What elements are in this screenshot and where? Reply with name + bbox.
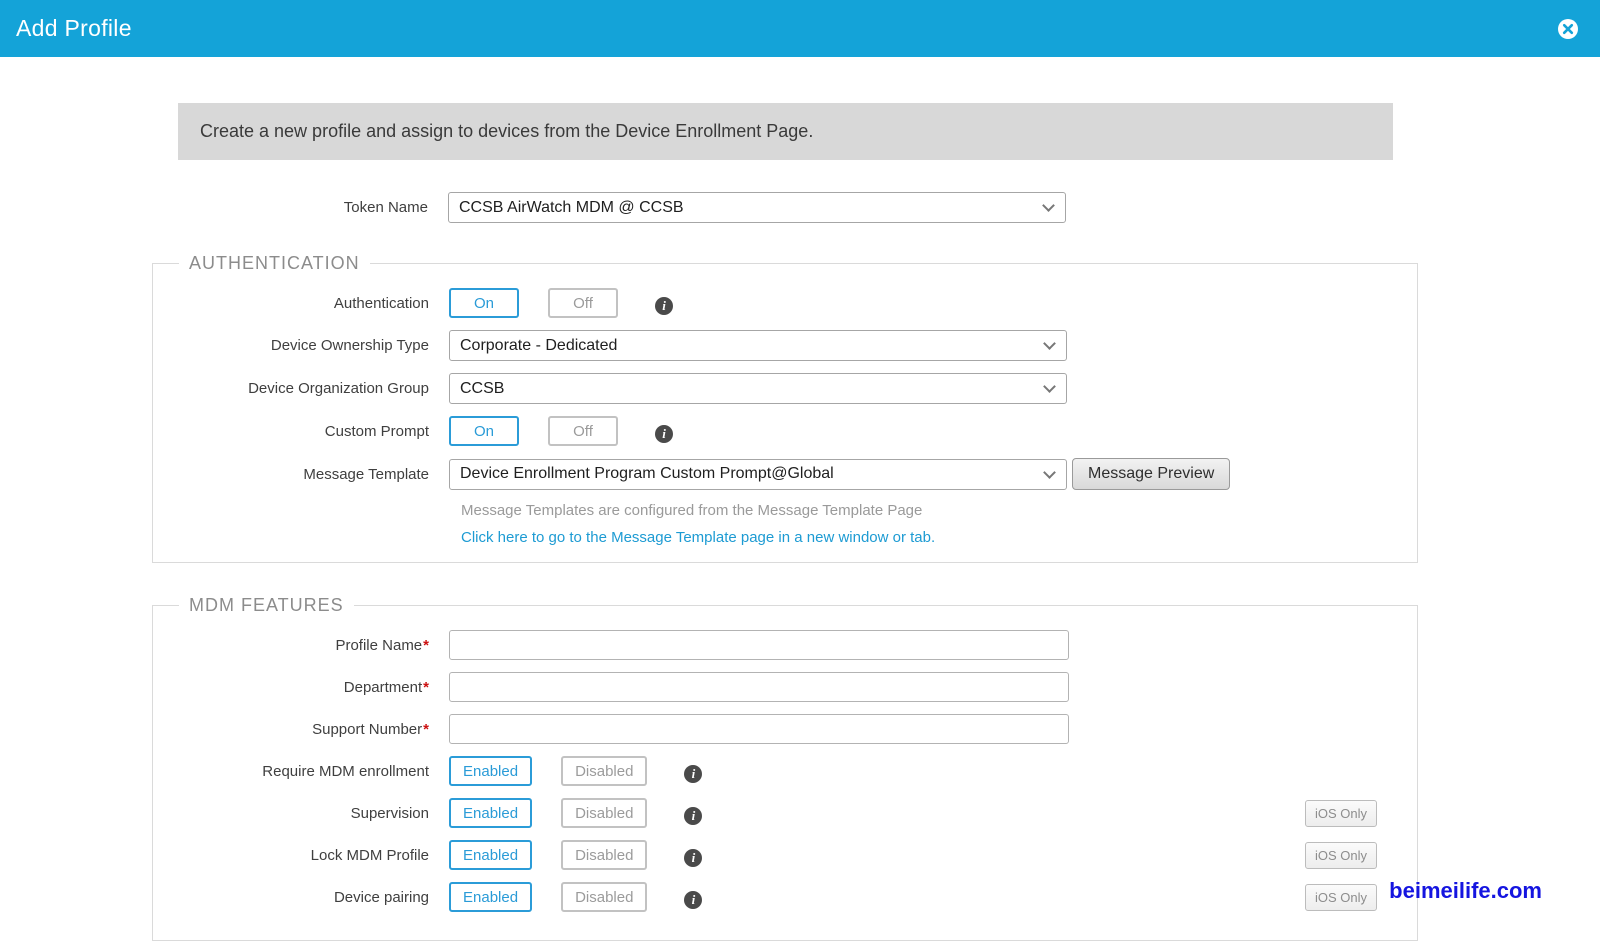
lock-mdm-disabled-button[interactable]: Disabled [561, 840, 647, 870]
device-ownership-selected-value: Corporate - Dedicated [460, 337, 617, 355]
support-number-label-text: Support Number [312, 721, 422, 738]
profile-name-label: Profile Name* [153, 637, 449, 654]
token-name-select[interactable]: CCSB AirWatch MDM @ CCSB [448, 192, 1066, 223]
message-template-select[interactable]: Device Enrollment Program Custom Prompt@… [449, 459, 1067, 490]
custom-prompt-on-button[interactable]: On [449, 416, 519, 446]
device-org-group-selected-value: CCSB [460, 380, 504, 398]
close-icon[interactable] [1556, 17, 1580, 41]
department-label: Department* [153, 679, 449, 696]
require-mdm-enrollment-row: Require MDM enrollment Enabled Disabled … [153, 756, 1417, 786]
mdm-features-section: MDM FEATURES Profile Name* Department* S… [152, 595, 1418, 941]
message-template-helper-text: Message Templates are configured from th… [153, 502, 1417, 519]
device-ownership-select[interactable]: Corporate - Dedicated [449, 330, 1067, 361]
form-content: Token Name CCSB AirWatch MDM @ CCSB AUTH… [152, 192, 1418, 941]
token-name-row: Token Name CCSB AirWatch MDM @ CCSB [152, 192, 1418, 223]
lock-mdm-profile-row: Lock MDM Profile Enabled Disabled i iOS … [153, 840, 1417, 870]
required-asterisk: * [423, 637, 429, 654]
chevron-down-icon [1042, 199, 1055, 212]
watermark: beimeilife.com [1389, 878, 1542, 904]
authentication-on-button[interactable]: On [449, 288, 519, 318]
device-ownership-row: Device Ownership Type Corporate - Dedica… [153, 330, 1417, 361]
require-mdm-enrollment-label: Require MDM enrollment [153, 763, 449, 780]
profile-name-input[interactable] [449, 630, 1069, 660]
info-icon[interactable]: i [684, 891, 702, 909]
message-template-row: Message Template Device Enrollment Progr… [153, 458, 1417, 490]
device-ownership-label: Device Ownership Type [153, 337, 449, 354]
info-banner-text: Create a new profile and assign to devic… [200, 121, 813, 142]
info-icon[interactable]: i [655, 425, 673, 443]
required-asterisk: * [423, 679, 429, 696]
ios-only-badge: iOS Only [1305, 800, 1377, 827]
chevron-down-icon [1043, 466, 1056, 479]
message-template-label: Message Template [153, 466, 449, 483]
required-asterisk: * [423, 721, 429, 738]
device-pairing-disabled-button[interactable]: Disabled [561, 882, 647, 912]
page-title: Add Profile [16, 15, 132, 42]
device-org-group-select[interactable]: CCSB [449, 373, 1067, 404]
ios-only-badge: iOS Only [1305, 842, 1377, 869]
support-number-input[interactable] [449, 714, 1069, 744]
info-icon[interactable]: i [684, 765, 702, 783]
message-preview-button[interactable]: Message Preview [1072, 458, 1230, 490]
department-label-text: Department [344, 679, 422, 696]
message-template-link[interactable]: Click here to go to the Message Template… [153, 529, 1417, 546]
authentication-section: AUTHENTICATION Authentication On Off i D… [152, 253, 1418, 563]
lock-mdm-profile-label: Lock MDM Profile [153, 847, 449, 864]
support-number-label: Support Number* [153, 721, 449, 738]
token-name-label: Token Name [152, 199, 448, 216]
device-pairing-enabled-button[interactable]: Enabled [449, 882, 532, 912]
supervision-label: Supervision [153, 805, 449, 822]
chevron-down-icon [1043, 380, 1056, 393]
support-number-row: Support Number* [153, 714, 1417, 744]
require-mdm-disabled-button[interactable]: Disabled [561, 756, 647, 786]
custom-prompt-label: Custom Prompt [153, 423, 449, 440]
department-input[interactable] [449, 672, 1069, 702]
token-name-selected-value: CCSB AirWatch MDM @ CCSB [459, 199, 684, 217]
profile-name-row: Profile Name* [153, 630, 1417, 660]
supervision-disabled-button[interactable]: Disabled [561, 798, 647, 828]
device-pairing-row: Device pairing Enabled Disabled i iOS On… [153, 882, 1417, 912]
info-icon[interactable]: i [684, 807, 702, 825]
header-bar: Add Profile [0, 0, 1600, 57]
custom-prompt-off-button[interactable]: Off [548, 416, 618, 446]
device-pairing-label: Device pairing [153, 889, 449, 906]
device-org-group-row: Device Organization Group CCSB [153, 373, 1417, 404]
authentication-label: Authentication [153, 295, 449, 312]
authentication-row: Authentication On Off i [153, 288, 1417, 318]
chevron-down-icon [1043, 337, 1056, 350]
department-row: Department* [153, 672, 1417, 702]
supervision-enabled-button[interactable]: Enabled [449, 798, 532, 828]
authentication-off-button[interactable]: Off [548, 288, 618, 318]
info-icon[interactable]: i [684, 849, 702, 867]
message-template-selected-value: Device Enrollment Program Custom Prompt@… [460, 465, 834, 483]
info-icon[interactable]: i [655, 297, 673, 315]
require-mdm-enabled-button[interactable]: Enabled [449, 756, 532, 786]
lock-mdm-enabled-button[interactable]: Enabled [449, 840, 532, 870]
authentication-legend: AUTHENTICATION [179, 253, 370, 274]
info-banner: Create a new profile and assign to devic… [178, 103, 1393, 160]
device-org-group-label: Device Organization Group [153, 380, 449, 397]
mdm-features-legend: MDM FEATURES [179, 595, 354, 616]
supervision-row: Supervision Enabled Disabled i iOS Only [153, 798, 1417, 828]
ios-only-badge: iOS Only [1305, 884, 1377, 911]
profile-name-label-text: Profile Name [335, 637, 422, 654]
custom-prompt-row: Custom Prompt On Off i [153, 416, 1417, 446]
